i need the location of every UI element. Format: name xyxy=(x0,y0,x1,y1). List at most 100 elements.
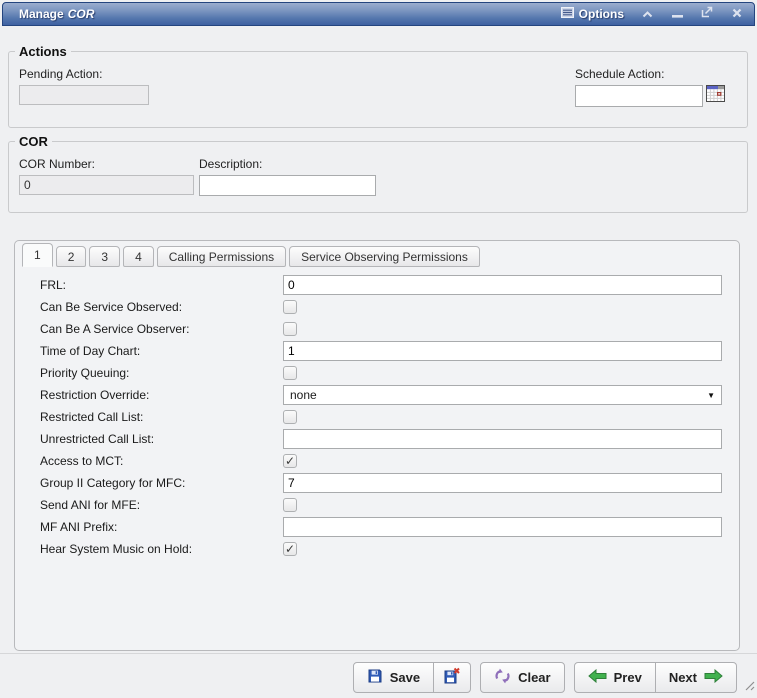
priority-queuing-control xyxy=(283,366,722,380)
form-row: Can Be A Service Observer: xyxy=(40,319,722,339)
options-button[interactable]: Options xyxy=(561,7,624,21)
save-disk-icon xyxy=(367,668,383,687)
send-ani-for-mfe-checkbox[interactable] xyxy=(283,498,297,512)
can-be-a-service-observer-control xyxy=(283,322,722,336)
frl-label: FRL: xyxy=(40,278,283,292)
form-row: MF ANI Prefix: xyxy=(40,517,722,537)
form-row: Access to MCT:✓ xyxy=(40,451,722,471)
priority-queuing-checkbox[interactable] xyxy=(283,366,297,380)
unrestricted-call-list-input[interactable] xyxy=(283,429,722,449)
calendar-picker-button[interactable] xyxy=(706,85,725,107)
footer-button-bar: Save Clear xyxy=(353,662,737,693)
form-row: Restriction Override:none▼ xyxy=(40,385,722,405)
schedule-action-field: Schedule Action: xyxy=(575,67,725,107)
form-row: Time of Day Chart: xyxy=(40,341,722,361)
frl-input[interactable] xyxy=(283,275,722,295)
mf-ani-prefix-label: MF ANI Prefix: xyxy=(40,520,283,534)
titlebar: Manage COR Options xyxy=(2,2,755,26)
arrow-right-icon xyxy=(704,669,723,686)
restriction-override-select[interactable]: none▼ xyxy=(283,385,722,405)
options-icon xyxy=(561,7,574,21)
clear-button[interactable]: Clear xyxy=(480,662,565,693)
prev-button[interactable]: Prev xyxy=(574,662,656,693)
time-of-day-chart-input[interactable] xyxy=(283,341,722,361)
form-row: Hear System Music on Hold:✓ xyxy=(40,539,722,559)
clear-button-label: Clear xyxy=(518,670,551,685)
calendar-icon xyxy=(706,85,725,107)
tab-strip: 1234Calling PermissionsService Observing… xyxy=(22,243,480,267)
pending-action-input xyxy=(19,85,149,105)
group-ii-category-for-mfc-control xyxy=(283,473,722,493)
send-ani-for-mfe-control xyxy=(283,498,722,512)
cor-tab-panel: 1234Calling PermissionsService Observing… xyxy=(14,240,740,651)
restriction-override-control: none▼ xyxy=(283,385,722,405)
chevron-up-icon xyxy=(642,5,653,23)
close-icon xyxy=(732,5,742,23)
form-row: Priority Queuing: xyxy=(40,363,722,383)
tab-3[interactable]: 3 xyxy=(89,246,120,267)
cor-section: COR COR Number: Description: xyxy=(8,134,748,213)
manage-cor-window: { "window": { "title_prefix": "Manage", … xyxy=(0,0,757,698)
window-title-prefix: Manage xyxy=(19,7,64,21)
prev-next-button-group: Prev Next xyxy=(574,662,737,693)
window-title-cor: COR xyxy=(68,7,95,21)
schedule-action-label: Schedule Action: xyxy=(575,67,725,81)
can-be-service-observed-checkbox[interactable] xyxy=(283,300,297,314)
access-to-mct-checkbox[interactable]: ✓ xyxy=(283,454,297,468)
unrestricted-call-list-label: Unrestricted Call List: xyxy=(40,432,283,446)
tab1-form: FRL: Can Be Service Observed: Can Be A Ser… xyxy=(40,275,722,561)
description-input[interactable] xyxy=(199,175,376,196)
footer-divider xyxy=(0,653,757,654)
time-of-day-chart-label: Time of Day Chart: xyxy=(40,344,283,358)
minus-icon xyxy=(672,5,683,23)
popout-icon xyxy=(701,5,713,23)
form-row: Unrestricted Call List: xyxy=(40,429,722,449)
restricted-call-list-checkbox[interactable] xyxy=(283,410,297,424)
tab-1[interactable]: 1 xyxy=(22,243,53,267)
selected-value: none xyxy=(290,388,317,402)
group-ii-category-for-mfc-input[interactable] xyxy=(283,473,722,493)
frl-control xyxy=(283,275,722,295)
cor-number-input xyxy=(19,175,194,195)
hear-system-music-on-hold-checkbox[interactable]: ✓ xyxy=(283,542,297,556)
tab-2[interactable]: 2 xyxy=(56,246,87,267)
popout-button[interactable] xyxy=(700,7,714,21)
pending-action-label: Pending Action: xyxy=(19,67,149,81)
can-be-a-service-observer-checkbox[interactable] xyxy=(283,322,297,336)
unrestricted-call-list-control xyxy=(283,429,722,449)
tab-service-observing-permissions[interactable]: Service Observing Permissions xyxy=(289,246,480,267)
form-row: Group II Category for MFC: xyxy=(40,473,722,493)
save-cancel-disk-icon xyxy=(443,667,461,688)
restricted-call-list-label: Restricted Call List: xyxy=(40,410,283,424)
save-button[interactable]: Save xyxy=(353,662,434,693)
form-row: FRL: xyxy=(40,275,722,295)
options-label: Options xyxy=(579,7,624,21)
restricted-call-list-control xyxy=(283,410,722,424)
tab-calling-permissions[interactable]: Calling Permissions xyxy=(157,246,286,267)
tab-4[interactable]: 4 xyxy=(123,246,154,267)
time-of-day-chart-control xyxy=(283,341,722,361)
close-button[interactable] xyxy=(730,7,744,21)
minimize-button[interactable] xyxy=(670,7,684,21)
mf-ani-prefix-input[interactable] xyxy=(283,517,722,537)
description-label: Description: xyxy=(199,157,376,171)
save-cancel-button[interactable] xyxy=(434,662,471,693)
access-to-mct-control: ✓ xyxy=(283,454,722,468)
form-row: Can Be Service Observed: xyxy=(40,297,722,317)
schedule-action-input[interactable] xyxy=(575,85,703,107)
can-be-service-observed-label: Can Be Service Observed: xyxy=(40,300,283,314)
titlebar-controls: Options xyxy=(561,7,744,21)
access-to-mct-label: Access to MCT: xyxy=(40,454,283,468)
mf-ani-prefix-control xyxy=(283,517,722,537)
next-button[interactable]: Next xyxy=(656,662,737,693)
collapse-button[interactable] xyxy=(640,7,654,21)
description-field: Description: xyxy=(199,157,376,196)
resize-grip-icon xyxy=(742,678,755,695)
resize-grip[interactable] xyxy=(742,678,755,696)
prev-button-label: Prev xyxy=(614,670,642,685)
window-title: Manage COR xyxy=(19,7,94,21)
cor-number-label: COR Number: xyxy=(19,157,194,171)
restriction-override-label: Restriction Override: xyxy=(40,388,283,402)
pending-action-field: Pending Action: xyxy=(19,67,149,105)
next-button-label: Next xyxy=(669,670,697,685)
